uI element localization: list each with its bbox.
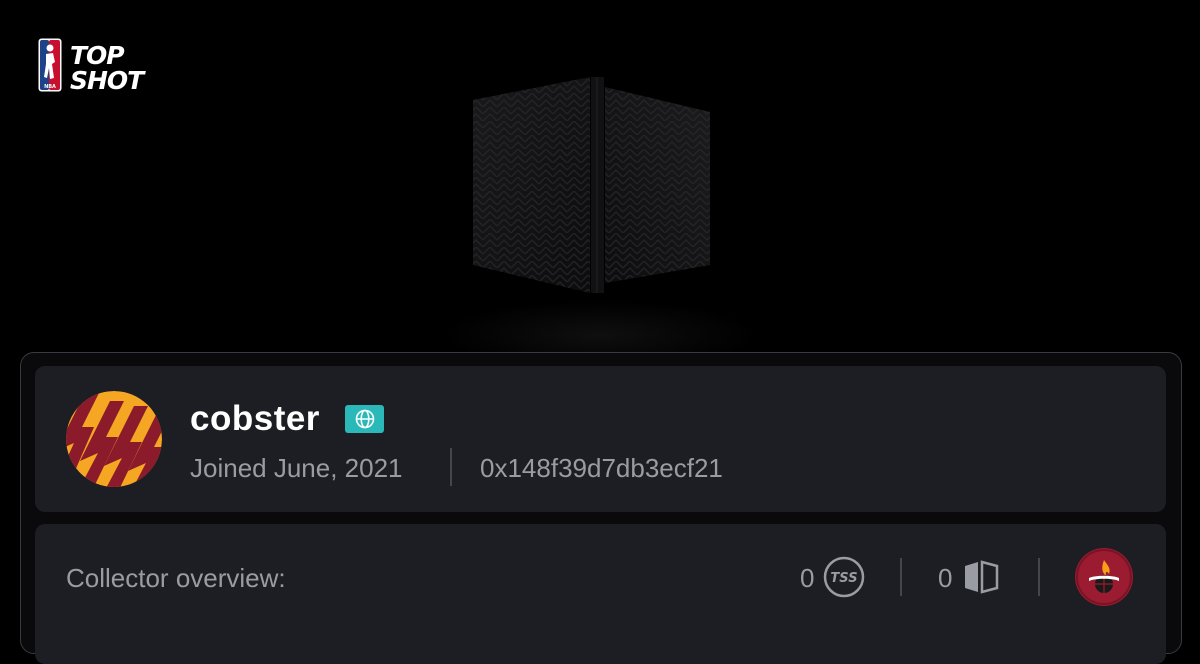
nba-logo-icon: NBA [38,38,62,97]
tss-count: 0 [800,563,815,593]
globe-icon [355,409,374,429]
avatar[interactable] [66,391,162,487]
wallet-address[interactable]: 0x148f39d7db3ecf21 [480,452,723,484]
miami-heat-logo-icon[interactable] [1075,548,1133,606]
overview-label: Collector overview: [66,563,286,593]
tss-icon: TSS [823,556,865,603]
stat-divider-1 [900,558,902,596]
nba-badge-text: NBA [44,84,56,90]
joined-date: Joined June, 2021 [190,453,403,483]
logo-line-2: SHOT [70,65,144,95]
stat-divider-2 [1038,558,1040,596]
svg-text:TSS: TSS [830,571,857,586]
profile-divider [450,448,452,486]
logo-wordmark: TOP SHOT [70,40,144,95]
logo-line-1: TOP [70,40,125,70]
pack-count: 0 [938,563,953,593]
pack-icon [963,560,999,599]
top-shot-logo[interactable]: NBA TOP SHOT [38,38,144,97]
username: cobster [190,399,320,438]
globe-badge[interactable] [345,405,384,433]
